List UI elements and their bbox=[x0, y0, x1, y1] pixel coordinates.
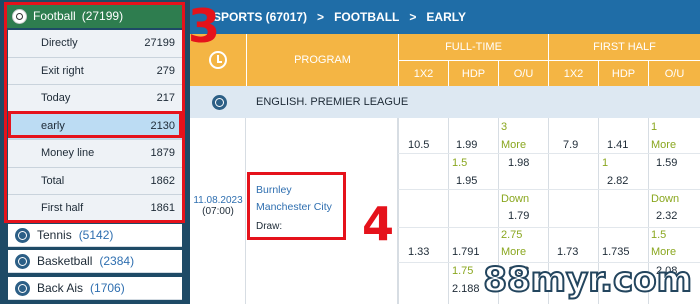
clock-icon bbox=[209, 51, 227, 69]
col-header-fh-1x2: 1X2 bbox=[548, 61, 598, 86]
odd-fh-hdp[interactable]: 1.41 bbox=[607, 139, 628, 151]
odd-ft-1x2-home-2[interactable]: 1.33 bbox=[408, 246, 429, 258]
col-header-ft-hdp: HDP bbox=[448, 61, 498, 86]
annotation-number-3: 3 bbox=[188, 0, 221, 53]
ft-ou-more-label: More bbox=[501, 139, 527, 151]
odd-ft-hdp[interactable]: 2.188 bbox=[452, 283, 480, 295]
row-divider bbox=[398, 227, 700, 228]
breadcrumb-separator: > bbox=[317, 10, 325, 24]
odd-ft-ou-under[interactable]: 1.79 bbox=[508, 210, 529, 222]
program-header: PROGRAM bbox=[247, 34, 398, 86]
breadcrumb-football[interactable]: FOOTBALL bbox=[334, 10, 399, 24]
odd-fh-1x2[interactable]: 7.9 bbox=[563, 139, 578, 151]
sport-count: (1706) bbox=[90, 281, 125, 295]
fh-ou-line: 1.5 bbox=[651, 229, 667, 241]
sidebar-sport-basketball[interactable]: Basketball (2384) bbox=[8, 250, 182, 273]
sport-name: Back Ais bbox=[37, 281, 84, 295]
main-panel: SPORTS (67017) > FOOTBALL > EARLY PROGRA… bbox=[190, 0, 700, 304]
breadcrumb: SPORTS (67017) > FOOTBALL > EARLY bbox=[190, 0, 700, 34]
sidebar-sport-back-ais[interactable]: Back Ais (1706) bbox=[8, 277, 182, 300]
odd-ft-hdp[interactable]: 1.99 bbox=[456, 139, 477, 151]
odd-fh-1x2[interactable]: 1.73 bbox=[557, 246, 578, 258]
sport-ball-icon bbox=[15, 280, 30, 296]
row-divider bbox=[398, 189, 700, 190]
row-divider bbox=[398, 153, 700, 154]
soccer-ball-icon bbox=[212, 94, 227, 110]
breadcrumb-sports[interactable]: SPORTS (67017) bbox=[213, 10, 307, 24]
match-datetime: 11.08.2023 (07:00) bbox=[190, 118, 246, 304]
odd-ft-1x2-home[interactable]: 10.5 bbox=[408, 139, 429, 151]
highlight-box-early bbox=[8, 111, 182, 138]
odd-fh-hdp[interactable]: 1.735 bbox=[602, 246, 630, 258]
watermark: 88myr.com bbox=[482, 259, 693, 301]
fh-ou-more-label: More bbox=[651, 139, 677, 151]
odd-ft-ou-over[interactable]: 1.98 bbox=[508, 157, 529, 169]
sidebar-sport-tennis[interactable]: Tennis (5142) bbox=[8, 224, 182, 247]
sport-count: (2384) bbox=[99, 254, 135, 268]
col-divider bbox=[448, 118, 449, 304]
ft-ou-line: 2.75 bbox=[501, 229, 523, 241]
sport-name: Basketball bbox=[37, 254, 93, 268]
sport-name: Tennis bbox=[37, 228, 72, 242]
breadcrumb-early: EARLY bbox=[426, 10, 466, 24]
odd-ft-hdp[interactable]: 1.95 bbox=[456, 175, 477, 187]
sport-count: (5142) bbox=[78, 228, 114, 242]
odd-fh-hdp[interactable]: 2.82 bbox=[607, 175, 628, 187]
col-header-fh-ou: O/U bbox=[648, 61, 700, 86]
odd-fh-ou-under[interactable]: 2.32 bbox=[656, 210, 677, 222]
ft-hdp-line: 1.5 bbox=[452, 157, 468, 169]
sidebar: Football (27199) Directly 27199 Exit righ… bbox=[0, 0, 190, 304]
annotation-number-4: 4 bbox=[362, 197, 395, 251]
fh-hdp-line: 1 bbox=[602, 157, 609, 169]
match-date: 11.08.2023 bbox=[193, 195, 243, 206]
col-header-fh-hdp: HDP bbox=[598, 61, 648, 86]
basketball-icon bbox=[15, 253, 30, 269]
ft-ou-down-label: Down bbox=[501, 193, 530, 205]
fh-ou-down-label: Down bbox=[651, 193, 680, 205]
match-time: (07:00) bbox=[202, 206, 234, 217]
fh-ou-more-label: More bbox=[651, 246, 677, 258]
highlight-box-match bbox=[247, 172, 346, 240]
odd-fh-ou-over[interactable]: 1.59 bbox=[656, 157, 677, 169]
fh-ou-line: 1 bbox=[651, 121, 658, 133]
ft-ou-line: 3 bbox=[501, 121, 508, 133]
odd-ft-hdp[interactable]: 1.791 bbox=[452, 246, 480, 258]
screen: Football (27199) Directly 27199 Exit righ… bbox=[0, 0, 700, 304]
col-divider bbox=[398, 118, 399, 304]
col-header-ft-ou: O/U bbox=[498, 61, 548, 86]
first-half-header: FIRST HALF bbox=[548, 34, 700, 60]
breadcrumb-separator: > bbox=[409, 10, 417, 24]
league-name: ENGLISH. PREMIER LEAGUE bbox=[256, 96, 409, 108]
ft-ou-more-label: More bbox=[501, 246, 527, 258]
ft-hdp-line: 1.75 bbox=[452, 265, 474, 277]
full-time-header: FULL-TIME bbox=[398, 34, 548, 60]
league-row[interactable]: ENGLISH. PREMIER LEAGUE bbox=[190, 86, 700, 118]
col-header-ft-1x2: 1X2 bbox=[398, 61, 448, 86]
tennis-ball-icon bbox=[15, 227, 30, 243]
